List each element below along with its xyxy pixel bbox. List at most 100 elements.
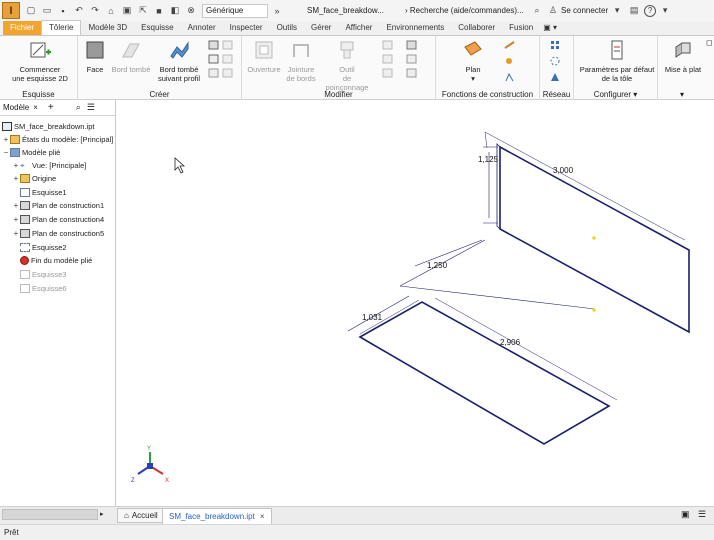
face-button[interactable]: Face [80,39,110,74]
start-sketch-button[interactable]: Commencer une esquisse 2D [4,39,76,83]
midpoint[interactable] [592,308,596,312]
appearance-icon[interactable]: ◧ [168,4,182,18]
style-combo[interactable]: Générique [202,3,268,18]
dimension-offset-line[interactable] [399,239,596,310]
dimension-length[interactable]: 2,906 [500,338,521,347]
home-icon[interactable]: ⌂ [104,4,118,18]
search-input[interactable]: › Recherche (aide/commandes)... [405,6,529,15]
doc-scroll-icon[interactable]: ▸ [100,510,104,518]
tab-esquisse[interactable]: Esquisse [134,21,180,35]
contour-roll-icon[interactable] [208,40,219,50]
browser-add-icon[interactable]: + [48,102,54,113]
doc-scrollbar[interactable] [2,509,98,520]
expand-plus-icon[interactable]: + [12,161,20,170]
tab-accueil[interactable]: ⌂ Accueil [117,508,165,523]
clear-override-icon[interactable]: ⊗ [184,4,198,18]
undo-icon[interactable]: ↶ [72,4,86,18]
tree-item-folded-model[interactable]: − Modèle plié [2,146,60,159]
dropdown-icon[interactable]: ▾ [610,4,624,18]
tab-outils[interactable]: Outils [270,21,304,35]
tree-item-sketch3[interactable]: Esquisse3 [20,268,67,281]
center-point[interactable] [592,236,596,240]
expand-plus-icon[interactable]: + [12,215,20,224]
cut-button[interactable]: Ouverture [244,39,284,74]
flat-pattern-dropdown-icon[interactable]: ▾ [658,90,706,99]
expand-plus-icon[interactable]: + [12,174,20,183]
select-icon[interactable]: ⇱ [136,4,150,18]
tree-item-work-plane1[interactable]: + Plan de construction1 [12,199,104,212]
collapse-minus-icon[interactable]: − [2,148,10,157]
flat-pattern-button[interactable]: Mise à plat [660,39,706,74]
refold-icon[interactable] [406,54,417,64]
tab-gerer[interactable]: Gérer [304,21,338,35]
contour-flange-button[interactable]: Bord tombé suivant profil [154,39,204,83]
view-triad[interactable]: Y X Z [131,446,169,484]
tab-tolerie[interactable]: Tôlerie [41,20,82,35]
horizontal-face[interactable] [347,295,618,445]
corner-round-icon[interactable] [382,40,393,50]
tab-collaborer[interactable]: Collaborer [451,21,502,35]
axis-icon[interactable] [504,40,522,50]
print-icon[interactable]: ▣ [120,4,134,18]
tab-fusion[interactable]: Fusion [502,21,540,35]
help-icon[interactable]: ? [644,4,657,17]
circular-pattern-icon[interactable] [550,56,561,66]
sheet-metal-defaults-button[interactable]: Paramètres par défaut de la tôle [576,39,658,83]
tree-item-view[interactable]: + ⌖ Vue: [Principale] [12,159,87,172]
configurer-dropdown-icon[interactable]: ▾ [633,90,637,99]
app-logo-icon[interactable]: I [2,2,20,19]
hem-icon[interactable] [208,68,219,78]
browser-close-icon[interactable]: × [33,103,38,112]
edge-flange-button[interactable]: Bord tombé [108,39,154,74]
tree-item-sketch1[interactable]: Esquisse1 [20,186,67,199]
tree-item-origin[interactable]: + Origine [12,172,56,185]
bend-icon[interactable] [222,68,233,78]
redo-icon[interactable]: ↷ [88,4,102,18]
help-dropdown-icon[interactable]: ▾ [658,4,672,18]
unfold-icon[interactable] [406,40,417,50]
tab-annoter[interactable]: Annoter [181,21,223,35]
more-icon[interactable]: » [270,4,284,18]
tree-item-sketch6[interactable]: Esquisse6 [20,282,67,295]
open-folder-icon[interactable]: ▭ [40,4,54,18]
tab-list-icon[interactable]: ▣ [681,509,690,520]
tab-close-icon[interactable]: × [260,512,265,521]
ribbon-scroll-icon[interactable]: ◻ [706,38,714,47]
expand-plus-icon[interactable]: + [12,229,20,238]
tab-inspecter[interactable]: Inspecter [223,21,270,35]
dimension-offset[interactable]: 1,250 [427,261,448,270]
thicken-icon[interactable] [406,68,417,78]
vertical-face[interactable] [484,131,690,334]
expand-plus-icon[interactable]: + [12,201,20,210]
tab-fichier[interactable]: Fichier [3,21,42,35]
lofted-flange-icon[interactable] [208,54,219,64]
plane-button[interactable]: Plan ▾ [458,39,488,83]
expand-plus-icon[interactable]: + [2,135,10,144]
tab-environnements[interactable]: Environnements [379,21,451,35]
rectangular-pattern-icon[interactable] [550,40,561,50]
corner-seam-button[interactable]: Jointure de bords [282,39,320,83]
fold-icon[interactable] [222,54,233,64]
tree-item-work-plane4[interactable]: + Plan de construction4 [12,213,104,226]
tab-document[interactable]: SM_face_breakdown.ipt × [162,508,272,524]
tree-item-work-plane5[interactable]: + Plan de construction5 [12,227,104,240]
dimension-depth[interactable]: 1,031 [362,313,383,322]
tree-item-model-states[interactable]: + États du modèle: [Principal] [2,133,113,146]
tab-arrange-icon[interactable]: ☰ [698,509,706,520]
save-icon[interactable]: ▪ [56,4,70,18]
punch-tool-button[interactable]: Outil de poinçonnage [322,39,372,92]
dimension-height[interactable]: 1,125 [478,155,499,164]
tree-item-document[interactable]: SM_face_breakdown.ipt [2,120,94,133]
update-icon[interactable]: ■ [152,4,166,18]
browser-menu-icon[interactable]: ☰ [87,102,95,113]
point-icon[interactable] [504,56,522,66]
tab-extra[interactable]: ▣ ▾ [540,21,560,35]
dimension-width[interactable]: 3,000 [553,166,574,175]
tree-item-end-of-folded[interactable]: Fin du modèle plié [20,254,92,267]
mirror-icon[interactable] [550,72,561,82]
sign-in-link[interactable]: Se connecter [561,6,608,15]
tab-modele-3d[interactable]: Modèle 3D [81,21,134,35]
corner-chamfer-icon[interactable] [382,54,393,64]
corner-relief-icon[interactable] [382,68,393,78]
tree-item-sketch2[interactable]: Esquisse2 [20,241,67,254]
